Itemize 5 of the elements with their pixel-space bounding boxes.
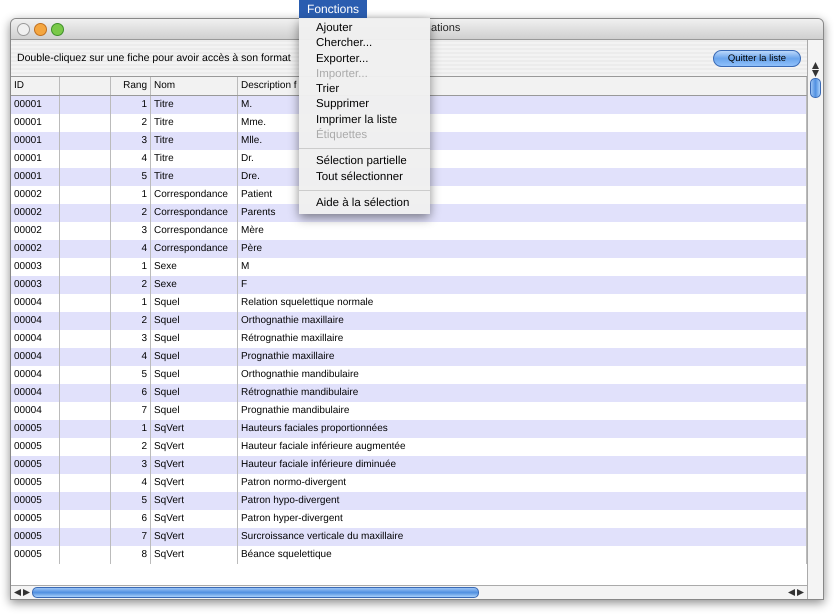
table-cell: 00005 [11,546,60,564]
table-cell: SqVert [151,546,238,564]
window-title: ations [431,22,460,34]
table-cell: 8 [111,546,151,564]
instruction-text: Double-cliquez sur une fiche pour avoir accès à son format [17,52,291,64]
